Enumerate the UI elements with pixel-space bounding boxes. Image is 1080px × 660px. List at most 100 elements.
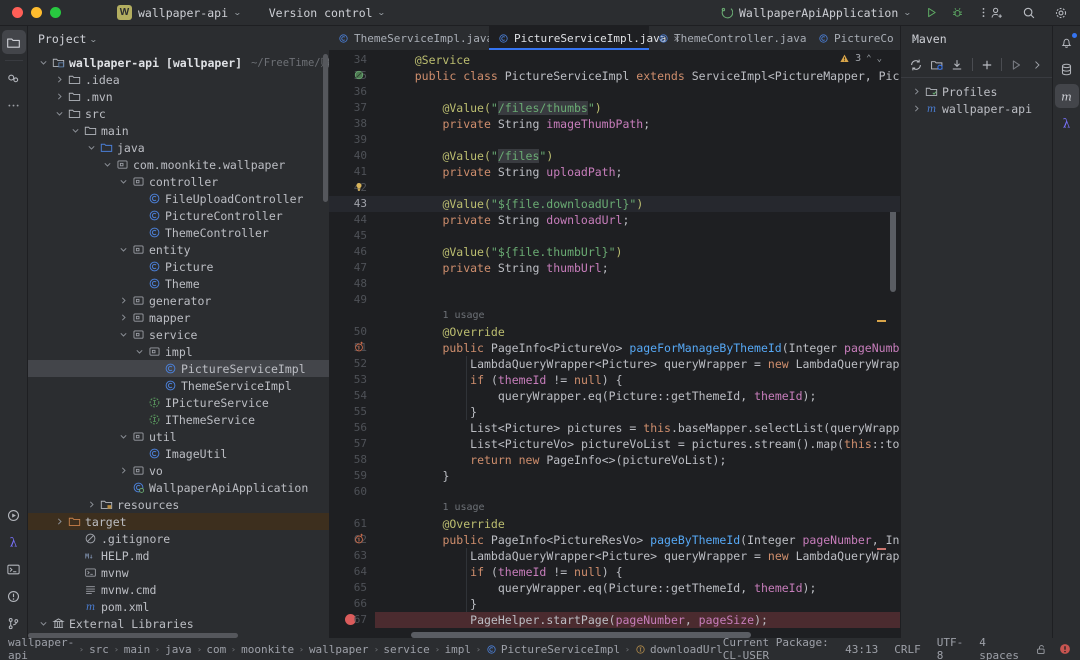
chevron-right-icon[interactable] xyxy=(117,313,130,322)
override-method-icon[interactable] xyxy=(353,533,367,547)
code-line[interactable]: } xyxy=(470,404,477,420)
chevron-right-icon[interactable] xyxy=(117,466,130,475)
breadcrumb-item[interactable]: PictureServiceImpl xyxy=(501,643,620,656)
sidebar-item-maven[interactable]: m xyxy=(1054,84,1079,108)
code-line[interactable]: queryWrapper.eq(Picture::getThemeId, the… xyxy=(498,388,817,404)
maven-tree-node-profiles[interactable]: Profiles xyxy=(901,83,1052,100)
tree-node-theme[interactable]: Theme xyxy=(28,275,329,292)
error-stripe-marker[interactable] xyxy=(877,320,886,322)
code-line[interactable]: List<PictureVo> pictureVoList = pictures… xyxy=(470,436,900,452)
sidebar-item-services[interactable]: λ xyxy=(2,530,26,554)
code-line[interactable]: } xyxy=(470,596,477,612)
tree-node-target[interactable]: target xyxy=(28,513,329,530)
inspection-ok-icon[interactable] xyxy=(353,69,367,83)
version-control-selector[interactable]: Version control ⌄ xyxy=(269,6,386,20)
code-line[interactable]: @Value("${file.downloadUrl}") xyxy=(442,196,643,212)
chevron-down-icon[interactable] xyxy=(37,58,50,67)
code-line[interactable]: private String uploadPath; xyxy=(442,164,622,180)
sidebar-item-more[interactable] xyxy=(2,93,26,117)
tree-node-wallpaperapiapplication[interactable]: WallpaperApiApplication xyxy=(28,479,329,496)
breadcrumb-item[interactable]: downloadUrl xyxy=(650,643,723,656)
run-maven-goal-button[interactable] xyxy=(1007,55,1026,75)
tree-node-ithemeservice[interactable]: IThemeService xyxy=(28,411,329,428)
code-editor[interactable]: 3435363738394041424344454647484950515253… xyxy=(329,50,900,638)
tree-node-picture[interactable]: Picture xyxy=(28,258,329,275)
next-problem-icon[interactable]: ⌄ xyxy=(877,54,882,64)
tree-node-imageutil[interactable]: ImageUtil xyxy=(28,445,329,462)
sidebar-item-run[interactable] xyxy=(2,503,26,527)
maven-tree-node-wallpaper-api[interactable]: m wallpaper-api xyxy=(901,100,1052,117)
window-controls[interactable] xyxy=(0,7,61,18)
chevron-right-icon[interactable] xyxy=(85,500,98,509)
maven-tree[interactable]: Profiles m wallpaper-api xyxy=(901,78,1052,117)
breadcrumb-item[interactable]: wallpaper-api xyxy=(8,636,74,660)
chevron-right-icon[interactable] xyxy=(117,296,130,305)
caret-position[interactable]: 43:13 xyxy=(845,643,878,656)
add-maven-project-button[interactable] xyxy=(928,55,947,75)
editor-tab-themecontroller-java[interactable]: ThemeController.java xyxy=(649,26,809,50)
code-line[interactable]: @Value("/files/thumbs") xyxy=(442,100,602,116)
editor-vertical-scrollbar[interactable] xyxy=(890,206,896,292)
tree-node-java[interactable]: java xyxy=(28,139,329,156)
tree-node-ipictureservice[interactable]: IPictureService xyxy=(28,394,329,411)
sidebar-item-problems[interactable] xyxy=(2,584,26,608)
code-line[interactable]: queryWrapper.eq(Picture::getThemeId, the… xyxy=(498,580,817,596)
usage-hint[interactable]: 1 usage xyxy=(442,500,484,516)
debug-button[interactable] xyxy=(947,3,969,23)
minimize-window-button[interactable] xyxy=(31,7,42,18)
download-sources-button[interactable] xyxy=(948,55,967,75)
tree-node-controller[interactable]: controller xyxy=(28,173,329,190)
breadcrumb-item[interactable]: java xyxy=(165,643,192,656)
run-configuration-selector[interactable]: WallpaperApiApplication ⌄ xyxy=(714,4,917,22)
close-window-button[interactable] xyxy=(12,7,23,18)
breadcrumb-item[interactable]: moonkite xyxy=(241,643,294,656)
chevron-down-icon[interactable] xyxy=(85,143,98,152)
line-separator[interactable]: CRLF xyxy=(894,643,921,656)
run-button[interactable] xyxy=(921,3,943,23)
chevron-down-icon[interactable] xyxy=(53,109,66,118)
add-account-button[interactable] xyxy=(986,3,1008,23)
tree-node-entity[interactable]: entity xyxy=(28,241,329,258)
settings-button[interactable] xyxy=(1050,3,1072,23)
editor-tab-pictureserviceimpl-java[interactable]: PictureServiceImpl.java × xyxy=(489,26,680,50)
chevron-down-icon[interactable]: ⌄ xyxy=(89,35,98,44)
code-line[interactable]: private String imageThumbPath; xyxy=(442,116,650,132)
code-line[interactable]: public class PictureServiceImpl extends … xyxy=(415,68,900,84)
error-badge-icon[interactable] xyxy=(1058,642,1072,656)
code-line[interactable]: @Override xyxy=(442,324,504,340)
code-line[interactable]: @Value("/files") xyxy=(442,148,553,164)
tree-node-mvnw[interactable]: mvnw xyxy=(28,564,329,581)
chevron-down-icon[interactable] xyxy=(69,126,82,135)
code-line[interactable]: } xyxy=(442,468,449,484)
chevron-down-icon[interactable] xyxy=(117,330,130,339)
code-line[interactable]: @Value("${file.thumbUrl}") xyxy=(442,244,622,260)
tree-node-impl[interactable]: impl xyxy=(28,343,329,360)
chevron-down-icon[interactable] xyxy=(101,160,114,169)
file-encoding[interactable]: UTF-8 xyxy=(937,636,964,660)
inspection-widget[interactable]: 3 ⌃ ⌄ xyxy=(839,53,882,64)
breadcrumb[interactable]: wallpaper-api › src › main › java › com › moonkite… xyxy=(8,636,723,660)
tree-node-wallpaper-api-wallpaper[interactable]: wallpaper-api [wallpaper] ~/FreeTime/赚钱小尝… xyxy=(28,54,329,71)
chevron-right-icon[interactable] xyxy=(910,104,923,113)
chevron-right-icon[interactable] xyxy=(53,92,66,101)
search-button[interactable] xyxy=(1018,3,1040,23)
tree-node-generator[interactable]: generator xyxy=(28,292,329,309)
tree-node-external-libraries[interactable]: External Libraries xyxy=(28,615,329,632)
tree-node-pom-xml[interactable]: m pom.xml xyxy=(28,598,329,615)
breadcrumb-item[interactable]: com xyxy=(206,643,226,656)
prev-problem-icon[interactable]: ⌃ xyxy=(866,54,871,64)
project-selector[interactable]: W wallpaper-api ⌄ xyxy=(111,3,247,22)
maximize-window-button[interactable] xyxy=(50,7,61,18)
code-line[interactable]: @Service xyxy=(415,52,470,68)
sidebar-item-terminal[interactable] xyxy=(2,557,26,581)
project-tree-vertical-scrollbar[interactable] xyxy=(323,54,328,202)
chevron-down-icon[interactable] xyxy=(117,177,130,186)
sidebar-item-commit[interactable] xyxy=(2,66,26,90)
sidebar-item-database[interactable] xyxy=(1055,57,1079,81)
breadcrumb-item[interactable]: service xyxy=(383,643,429,656)
chevron-right-icon[interactable] xyxy=(53,75,66,84)
chevron-down-icon[interactable] xyxy=(117,245,130,254)
chevron-right-icon[interactable] xyxy=(910,87,923,96)
code-line[interactable]: return new PageInfo<>(pictureVoList); xyxy=(470,452,726,468)
project-tree-horizontal-scrollbar[interactable] xyxy=(28,633,238,638)
